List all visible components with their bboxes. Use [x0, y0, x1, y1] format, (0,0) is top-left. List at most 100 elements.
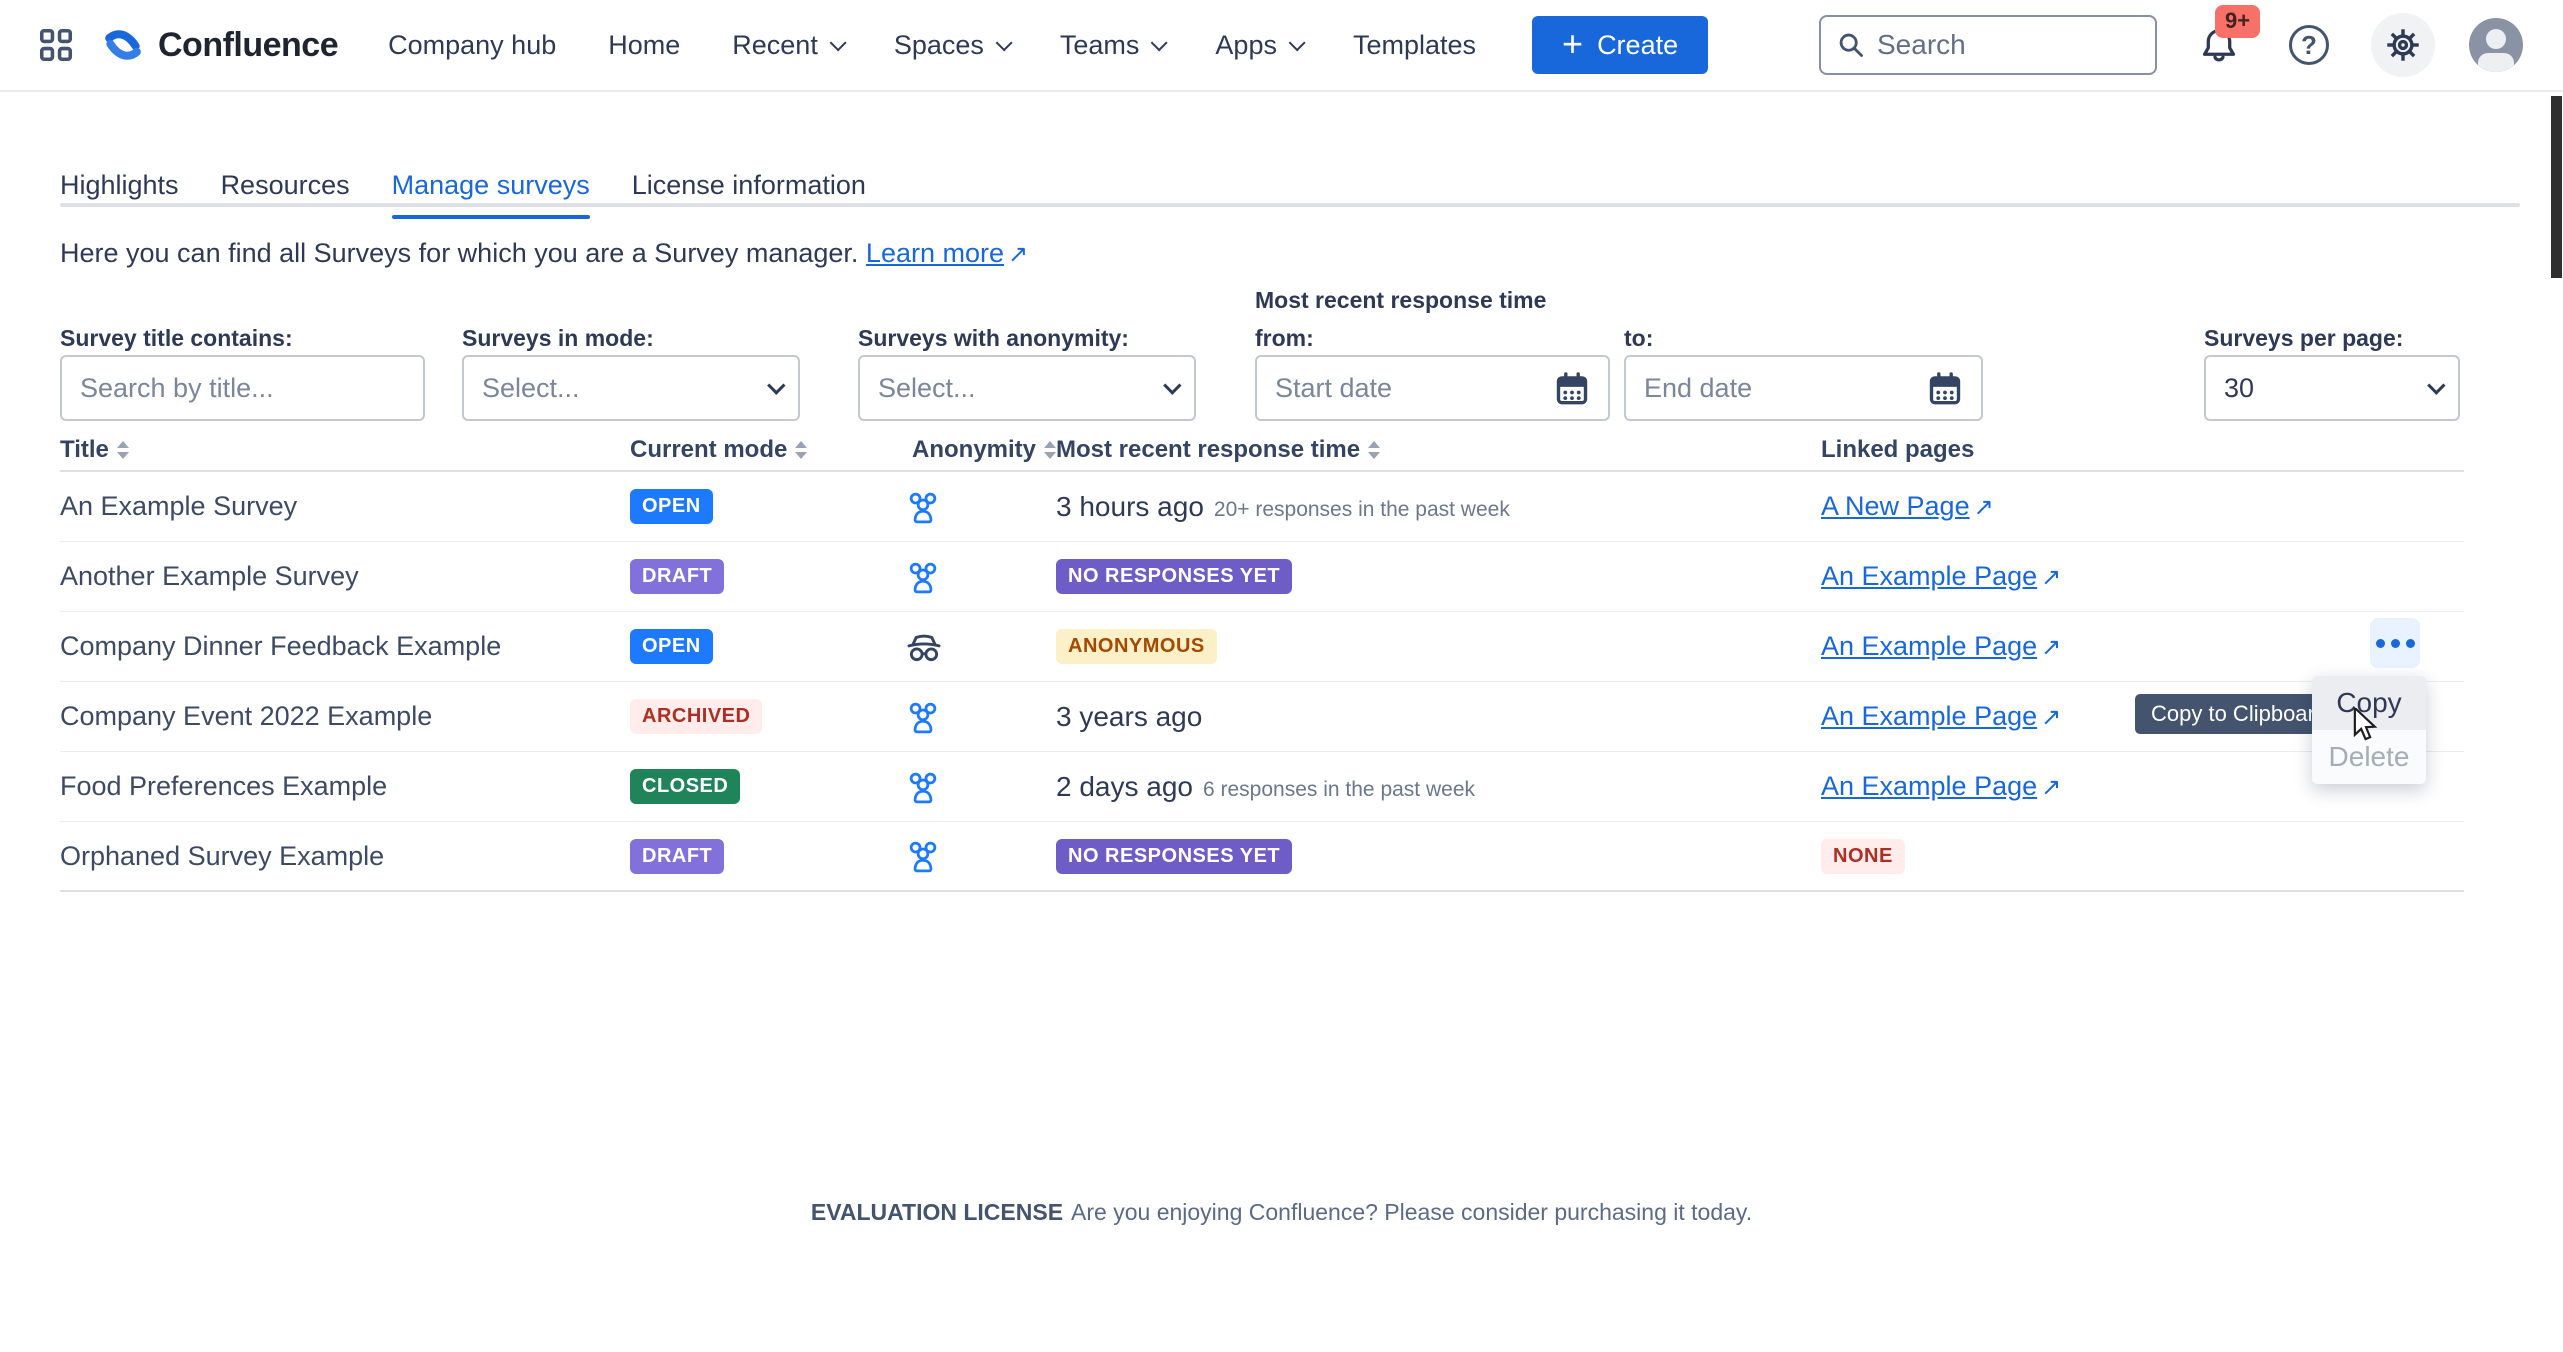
- grid-icon: [37, 26, 75, 64]
- col-header-linked-pages: Linked pages: [1821, 436, 2464, 464]
- nav-company-hub[interactable]: Company hub: [388, 30, 556, 61]
- top-navigation-bar: Confluence Company hub Home Recent Space…: [0, 0, 2563, 92]
- anonymity-filter-label: Surveys with anonymity:: [858, 325, 1129, 352]
- settings-button[interactable]: [2371, 13, 2435, 77]
- response-time-group-label: Most recent response time: [1255, 287, 1546, 314]
- primary-nav: Company hub Home Recent Spaces Teams App…: [388, 30, 1476, 61]
- external-link-icon: ↗: [1008, 240, 1028, 269]
- tab-resources[interactable]: Resources: [221, 170, 350, 215]
- sort-icon[interactable]: [1368, 441, 1380, 459]
- survey-title: Orphaned Survey Example: [60, 841, 630, 872]
- anonymous-icon: [905, 628, 943, 666]
- response-badge: ANONYMOUS: [1056, 629, 1217, 664]
- table-header-row: Title Current mode Anonymity Most recent…: [60, 430, 2464, 472]
- survey-title: Another Example Survey: [60, 561, 630, 592]
- mode-filter-select[interactable]: Select...: [462, 355, 800, 421]
- nav-spaces[interactable]: Spaces: [894, 30, 1008, 61]
- response-badge: NO RESPONSES YET: [1056, 559, 1292, 594]
- notifications-button[interactable]: 9+: [2191, 17, 2247, 73]
- topbar-actions: 9+ ?: [1819, 13, 2523, 77]
- tab-license-information[interactable]: License information: [632, 170, 866, 215]
- group-anonymity-icon: [905, 769, 941, 805]
- notification-count-badge: 9+: [2215, 5, 2260, 38]
- global-search[interactable]: [1819, 15, 2157, 75]
- tab-manage-surveys[interactable]: Manage surveys: [392, 170, 590, 215]
- tab-highlights[interactable]: Highlights: [60, 170, 179, 215]
- row-actions-menu: Copy Delete: [2312, 676, 2426, 784]
- per-page-label: Surveys per page:: [2204, 325, 2403, 352]
- nav-home[interactable]: Home: [608, 30, 680, 61]
- app-switcher-icon[interactable]: [34, 23, 78, 67]
- scrollbar-thumb[interactable]: [2551, 96, 2562, 278]
- external-link-icon: ↗: [2041, 563, 2061, 592]
- search-icon: [1837, 31, 1865, 59]
- search-input[interactable]: [1877, 29, 2117, 61]
- calendar-icon: [1927, 370, 1963, 406]
- license-message: Are you enjoying Confluence? Please cons…: [1071, 1199, 1752, 1225]
- create-button[interactable]: + Create: [1532, 16, 1708, 74]
- chevron-down-icon: [829, 34, 846, 51]
- title-filter-label: Survey title contains:: [60, 325, 293, 352]
- external-link-icon: ↗: [2041, 703, 2061, 732]
- sort-icon[interactable]: [117, 441, 129, 459]
- start-date-input[interactable]: Start date: [1255, 355, 1610, 421]
- response-badge: NO RESPONSES YET: [1056, 839, 1292, 874]
- table-row: Food Preferences Example CLOSED 2 days a…: [60, 752, 2464, 822]
- help-button[interactable]: ?: [2281, 17, 2337, 73]
- group-anonymity-icon: [905, 489, 941, 525]
- chevron-down-icon: [1163, 376, 1181, 394]
- row-actions-button[interactable]: [2370, 618, 2420, 668]
- linked-page-link[interactable]: An Example Page: [1821, 561, 2037, 591]
- linked-page-link[interactable]: An Example Page: [1821, 701, 2037, 731]
- per-page-select[interactable]: 30: [2204, 355, 2460, 421]
- response-time: 3 hours ago: [1056, 491, 1204, 522]
- from-label: from:: [1255, 325, 1314, 352]
- confluence-logo-icon: [100, 22, 146, 68]
- linked-page-link[interactable]: A New Page: [1821, 491, 1970, 521]
- table-row: Company Dinner Feedback Example OPEN ANO…: [60, 612, 2464, 682]
- license-label: EVALUATION LICENSE: [811, 1199, 1063, 1225]
- mode-badge: OPEN: [630, 489, 713, 524]
- sort-icon[interactable]: [1044, 441, 1056, 459]
- mode-filter-label: Surveys in mode:: [462, 325, 654, 352]
- end-date-input[interactable]: End date: [1624, 355, 1983, 421]
- more-dots-icon: [2376, 639, 2385, 648]
- linked-page-link[interactable]: An Example Page: [1821, 771, 2037, 801]
- user-avatar[interactable]: [2469, 18, 2523, 72]
- group-anonymity-icon: [905, 699, 941, 735]
- survey-title: Company Event 2022 Example: [60, 701, 630, 732]
- response-time: 2 days ago: [1056, 771, 1193, 802]
- group-anonymity-icon: [905, 838, 941, 874]
- nav-apps[interactable]: Apps: [1215, 30, 1301, 61]
- mode-badge: DRAFT: [630, 559, 724, 594]
- col-header-title: Title: [60, 436, 630, 464]
- table-row: Another Example Survey DRAFT NO RESPONSE…: [60, 542, 2464, 612]
- anonymity-filter-select[interactable]: Select...: [858, 355, 1196, 421]
- table-row: Company Event 2022 Example ARCHIVED 3 ye…: [60, 682, 2464, 752]
- to-label: to:: [1624, 325, 1653, 352]
- sort-icon[interactable]: [795, 441, 807, 459]
- chevron-down-icon: [1289, 34, 1306, 51]
- table-row: Orphaned Survey Example DRAFT NO RESPONS…: [60, 822, 2464, 892]
- menu-item-copy[interactable]: Copy: [2312, 676, 2426, 730]
- external-link-icon: ↗: [1974, 493, 1994, 522]
- nav-teams[interactable]: Teams: [1060, 30, 1164, 61]
- title-filter-input[interactable]: [80, 373, 405, 404]
- chevron-down-icon: [1151, 34, 1168, 51]
- mode-badge: ARCHIVED: [630, 699, 762, 734]
- col-header-current-mode: Current mode: [630, 436, 850, 464]
- nav-recent[interactable]: Recent: [732, 30, 842, 61]
- learn-more-link[interactable]: Learn more: [866, 238, 1004, 268]
- table-row: An Example Survey OPEN 3 hours ago20+ re…: [60, 472, 2464, 542]
- help-icon: ?: [2289, 25, 2329, 65]
- linked-page-link[interactable]: An Example Page: [1821, 631, 2037, 661]
- confluence-logo[interactable]: Confluence: [100, 22, 338, 68]
- title-filter-input-wrap: [60, 355, 425, 421]
- nav-templates[interactable]: Templates: [1353, 30, 1476, 61]
- external-link-icon: ↗: [2041, 633, 2061, 662]
- col-header-anonymity: Anonymity: [850, 436, 1056, 464]
- surveys-table: Title Current mode Anonymity Most recent…: [60, 430, 2464, 892]
- survey-title: An Example Survey: [60, 491, 630, 522]
- gear-icon: [2383, 25, 2423, 65]
- survey-title: Food Preferences Example: [60, 771, 630, 802]
